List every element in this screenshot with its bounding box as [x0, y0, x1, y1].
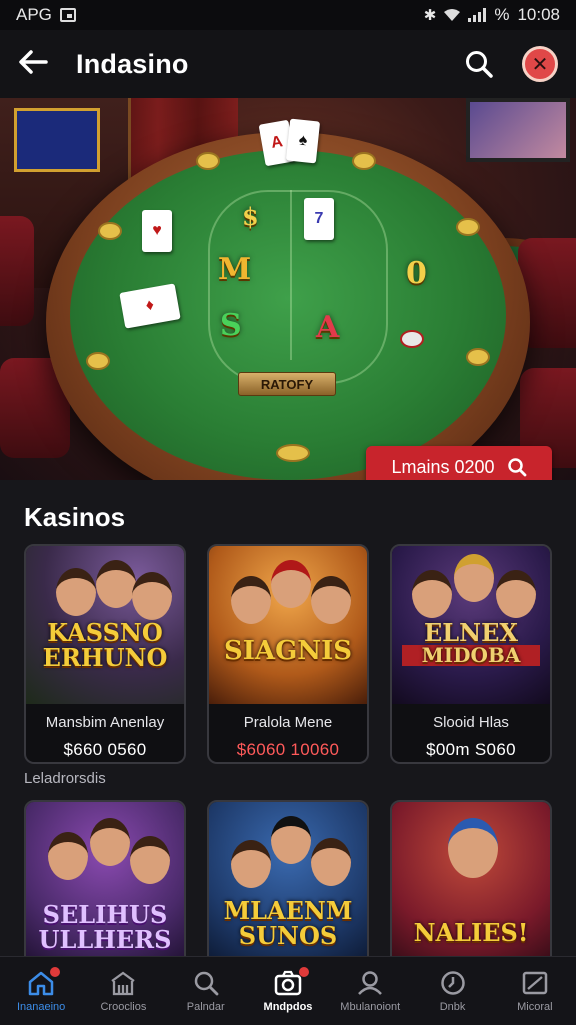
carrier-label: APG — [16, 5, 52, 24]
nav-label: Mndpdos — [263, 1000, 313, 1013]
clock-time: 10:08 — [517, 5, 560, 24]
poker-chip-image — [196, 152, 220, 170]
nav-label: Dnbk — [439, 1000, 466, 1013]
search-button[interactable] — [462, 47, 496, 81]
search-icon — [507, 458, 526, 477]
nav-item-casino[interactable]: Crooclios — [82, 957, 164, 1025]
game-card[interactable]: MLAENM SUNOS — [207, 800, 369, 970]
poker-chip-image — [86, 352, 110, 370]
signal-icon — [468, 8, 487, 22]
nav-label: Micoral — [517, 1000, 553, 1013]
battery-percent: % — [494, 5, 510, 24]
game-card[interactable]: SIAGNIS Pralola Mene $6060 10060 — [207, 544, 369, 764]
playing-card-image: ♥ — [142, 210, 172, 252]
nav-item-profile[interactable]: Mbulanoiont — [329, 957, 411, 1025]
game-logo-text: SELIHUS ULLHERS — [38, 900, 172, 955]
hero-token-a: A — [316, 310, 340, 345]
playing-card-image: 7 — [304, 198, 334, 240]
poker-chip-image — [352, 152, 376, 170]
hero-token-m: M — [218, 252, 252, 287]
poker-chip-image — [400, 330, 424, 348]
close-x-icon: ✕ — [531, 53, 549, 76]
board-icon — [522, 971, 548, 994]
profile-avatar-button[interactable]: ✕ — [522, 46, 558, 82]
app-bar: Indasino ✕ — [0, 30, 576, 98]
nav-item-board[interactable]: Micoral — [494, 957, 576, 1025]
tv-screen-image — [466, 98, 570, 162]
nav-item-search[interactable]: Palndar — [165, 957, 247, 1025]
game-logo-text: SIAGNIS — [223, 636, 353, 666]
nav-label: Inanaeino — [16, 1000, 66, 1013]
game-card[interactable]: SELIHUS ULLHERS — [24, 800, 186, 970]
hero-token-s: S — [220, 308, 242, 343]
game-logo-text: ELNEX MIDOBA — [392, 620, 550, 667]
playing-card-image: ♠ — [285, 118, 321, 164]
section-title: Kasinos — [24, 502, 126, 532]
game-card[interactable]: ELNEX MIDOBA Slooid Hlas $00m S060 — [390, 544, 552, 764]
felt-marking — [290, 190, 292, 360]
table-plaque: RATOFY — [238, 372, 336, 396]
game-card[interactable]: NALIES! — [390, 800, 552, 970]
game-card[interactable]: KASSNO ERHUNO Mansbim Anenlay $660 0560 — [24, 544, 186, 764]
poker-chip-image — [456, 218, 480, 236]
game-name: Slooid Hlas — [433, 714, 509, 731]
game-price: $00m S060 — [426, 740, 516, 759]
game-name: Pralola Mene — [243, 714, 333, 731]
hero-banner[interactable]: A ♠ ♥ 7 ♦ M S A $ 0 RATOFY Lmains 0200 — [0, 98, 576, 480]
game-logo-text: KASSNO ERHUNO — [42, 618, 168, 673]
clock-icon — [440, 970, 465, 995]
nav-item-history[interactable]: Dnbk — [411, 957, 493, 1025]
nav-item-home[interactable]: Inanaeino — [0, 957, 82, 1025]
profile-icon — [358, 970, 383, 995]
notification-dot — [298, 967, 309, 977]
game-logo-text: NALIES! — [413, 918, 529, 947]
nav-label: Crooclios — [100, 1000, 147, 1013]
game-name: Mansbim Anenlay — [45, 714, 165, 731]
hero-token-zero: 0 — [406, 256, 427, 291]
nav-item-camera[interactable]: Mndpdos — [247, 957, 329, 1025]
search-icon — [194, 971, 219, 995]
casino-building-icon — [111, 971, 136, 995]
felt-marking — [208, 190, 388, 384]
poker-chip-image — [98, 222, 122, 240]
game-thumbnail: SELIHUS ULLHERS — [26, 802, 184, 968]
nav-label: Palndar — [186, 1000, 225, 1013]
hero-cta-button[interactable]: Lmains 0200 — [366, 446, 552, 480]
game-price: $6060 10060 — [236, 740, 340, 759]
section-sub-label: Leladrorsdis — [24, 770, 106, 787]
bluetooth-icon: ✱ — [423, 7, 437, 24]
wifi-icon — [444, 9, 461, 21]
hero-cta-label: Lmains 0200 — [391, 456, 495, 477]
nav-label: Mbulanoiont — [340, 1000, 401, 1013]
camera-icon — [274, 970, 302, 995]
bottom-navigation: Inanaeino Crooclios Palndar Mndpdos Mbul… — [0, 956, 576, 1025]
notification-dot — [50, 967, 60, 977]
game-logo-text: MLAENM SUNOS — [223, 896, 353, 951]
page-title: Indasino — [76, 48, 189, 79]
game-thumbnail: NALIES! — [392, 802, 550, 968]
game-price: $660 0560 — [63, 740, 147, 759]
chair-image — [0, 216, 34, 326]
hero-token-dollar: $ — [242, 202, 259, 231]
game-thumbnail: KASSNO ERHUNO — [26, 546, 184, 704]
game-thumbnail: MLAENM SUNOS — [209, 802, 367, 968]
search-icon — [466, 51, 493, 78]
game-thumbnail: SIAGNIS — [209, 546, 367, 704]
back-arrow-icon[interactable] — [18, 47, 58, 81]
poker-chip-image — [276, 444, 310, 462]
status-bar: APG ✱ % 10:08 — [0, 0, 576, 30]
poker-chip-image — [466, 348, 490, 366]
game-thumbnail: ELNEX MIDOBA — [392, 546, 550, 704]
image-notification-icon — [59, 8, 76, 22]
